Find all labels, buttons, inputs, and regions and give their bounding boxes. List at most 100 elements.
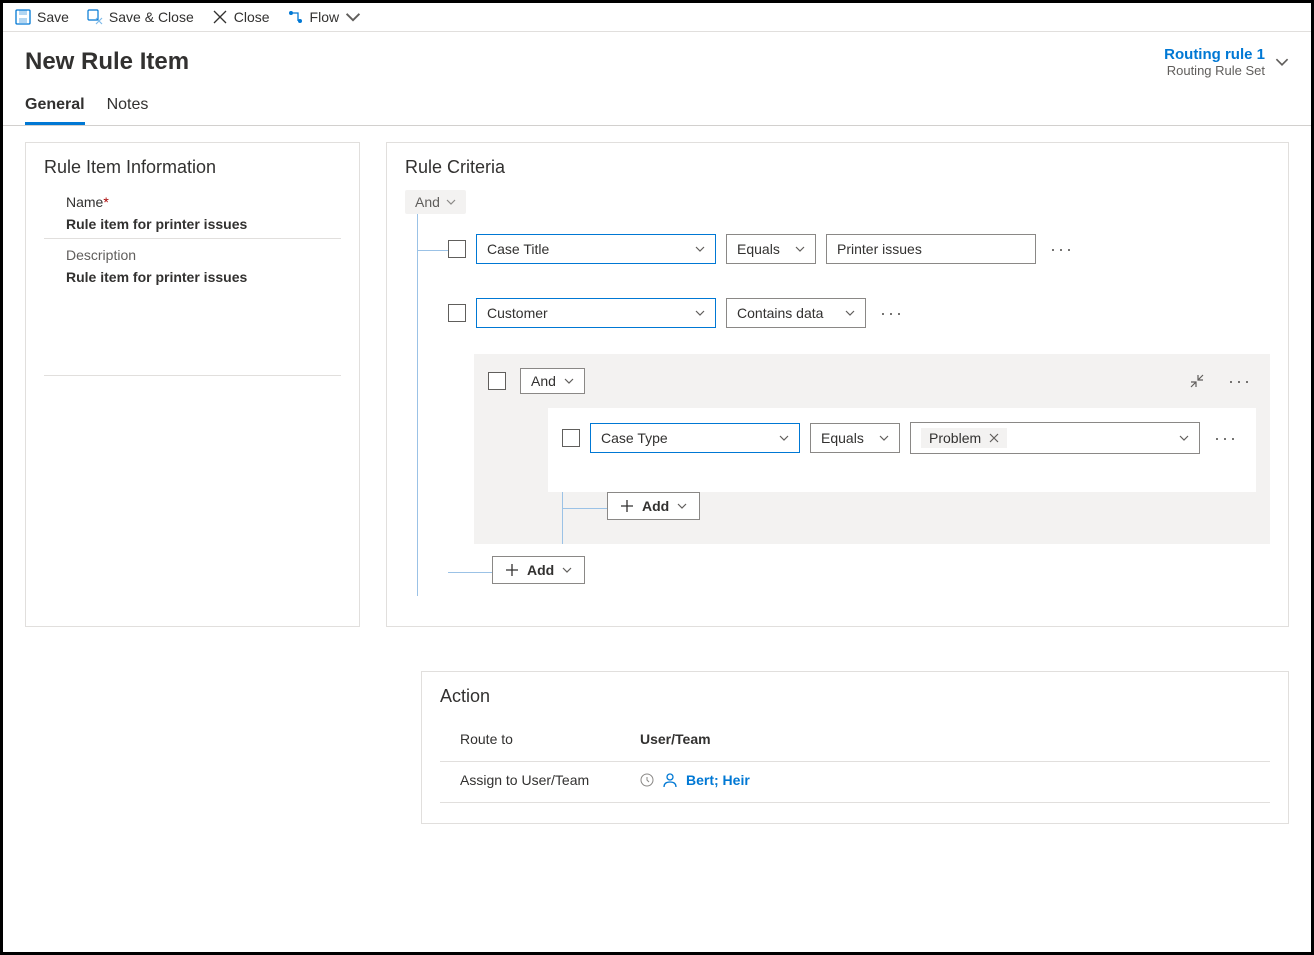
save-close-icon xyxy=(87,9,103,25)
remove-tag-icon[interactable] xyxy=(989,433,999,443)
assign-label: Assign to User/Team xyxy=(460,772,640,788)
rule-info-title: Rule Item Information xyxy=(44,157,341,178)
nested-add-button[interactable]: Add xyxy=(607,492,700,520)
operator-select[interactable]: Equals xyxy=(726,234,816,264)
group-more-icon[interactable]: ··· xyxy=(1224,371,1256,392)
recent-icon xyxy=(640,773,654,787)
row-more-icon[interactable]: ··· xyxy=(1046,239,1078,260)
value-input[interactable]: Printer issues xyxy=(826,234,1036,264)
required-indicator: * xyxy=(103,194,108,210)
route-to-label: Route to xyxy=(460,731,640,747)
plus-icon xyxy=(505,563,519,577)
value-select[interactable]: Problem xyxy=(910,422,1200,454)
flow-label: Flow xyxy=(310,9,340,25)
operator-value: Contains data xyxy=(737,305,823,321)
page-header: New Rule Item Routing rule 1 Routing Rul… xyxy=(3,32,1311,78)
operator-value: Equals xyxy=(821,430,864,446)
routing-rule-link[interactable]: Routing rule 1 xyxy=(1164,46,1265,63)
collapse-icon[interactable] xyxy=(1190,374,1204,388)
main-content: Rule Item Information Name* Rule item fo… xyxy=(3,126,1311,643)
close-icon xyxy=(212,9,228,25)
row-more-icon[interactable]: ··· xyxy=(876,303,908,324)
rule-criteria-panel: Rule Criteria And Case Title Equals Prin… xyxy=(386,142,1289,627)
row-checkbox[interactable] xyxy=(448,240,466,258)
save-close-label: Save & Close xyxy=(109,9,194,25)
save-label: Save xyxy=(37,9,69,25)
add-label: Add xyxy=(527,562,554,578)
chevron-down-icon xyxy=(677,501,687,511)
save-icon xyxy=(15,9,31,25)
operator-select[interactable]: Equals xyxy=(810,423,900,453)
assign-to-row[interactable]: Assign to User/Team Bert; Heir xyxy=(440,762,1270,803)
flow-icon xyxy=(288,9,304,25)
assigned-user: Bert; Heir xyxy=(640,772,750,788)
command-bar: Save Save & Close Close Flow xyxy=(3,3,1311,32)
value-text: Printer issues xyxy=(837,241,922,257)
operator-value: Equals xyxy=(737,241,780,257)
row-checkbox[interactable] xyxy=(562,429,580,447)
and-label: And xyxy=(415,194,440,210)
nested-add-row: Add xyxy=(563,492,1256,532)
description-label: Description xyxy=(66,247,341,263)
page-title: New Rule Item xyxy=(25,48,189,76)
person-icon xyxy=(662,772,678,788)
rule-info-panel: Rule Item Information Name* Rule item fo… xyxy=(25,142,360,627)
add-button[interactable]: Add xyxy=(492,556,585,584)
rule-criteria-title: Rule Criteria xyxy=(405,157,1270,178)
nested-connector: Add xyxy=(562,492,1256,544)
chevron-down-icon xyxy=(795,244,805,254)
value-tag[interactable]: Problem xyxy=(921,428,1007,448)
flow-button[interactable]: Flow xyxy=(288,9,362,25)
criteria-row: Case Title Equals Printer issues ··· xyxy=(448,234,1270,264)
nested-checkbox[interactable] xyxy=(488,372,506,390)
row-more-icon[interactable]: ··· xyxy=(1210,428,1242,449)
chevron-down-icon xyxy=(446,197,456,207)
chevron-down-icon xyxy=(879,433,889,443)
nested-and-operator[interactable]: And xyxy=(520,368,585,394)
plus-icon xyxy=(620,499,634,513)
name-value: Rule item for printer issues xyxy=(66,216,341,232)
row-checkbox[interactable] xyxy=(448,304,466,322)
route-to-value: User/Team xyxy=(640,731,711,747)
tab-notes[interactable]: Notes xyxy=(107,96,149,125)
tabs: General Notes xyxy=(3,78,1311,126)
close-label: Close xyxy=(234,9,270,25)
name-field[interactable]: Name* Rule item for printer issues xyxy=(44,192,341,239)
chevron-down-icon xyxy=(695,308,705,318)
assigned-user-link[interactable]: Bert; Heir xyxy=(686,772,750,788)
tag-text: Problem xyxy=(929,430,981,446)
chevron-down-icon xyxy=(845,308,855,318)
action-title: Action xyxy=(440,686,1270,707)
action-panel: Action Route to User/Team Assign to User… xyxy=(421,671,1289,824)
close-button[interactable]: Close xyxy=(212,9,270,25)
criteria-row: Customer Contains data ··· xyxy=(448,298,1270,328)
chevron-down-icon xyxy=(345,9,361,25)
chevron-down-icon xyxy=(564,376,574,386)
chevron-down-icon xyxy=(1179,433,1189,443)
chevron-down-icon xyxy=(779,433,789,443)
and-label: And xyxy=(531,373,556,389)
header-related[interactable]: Routing rule 1 Routing Rule Set xyxy=(1164,46,1289,78)
save-button[interactable]: Save xyxy=(15,9,69,25)
root-add-row: Add xyxy=(448,556,1270,596)
operator-select[interactable]: Contains data xyxy=(726,298,866,328)
tab-general[interactable]: General xyxy=(25,96,85,125)
chevron-down-icon[interactable] xyxy=(1275,55,1289,69)
add-label: Add xyxy=(642,498,669,514)
routing-rule-sub: Routing Rule Set xyxy=(1164,63,1265,78)
field-value: Case Title xyxy=(487,241,549,257)
criteria-connector: Case Title Equals Printer issues ··· Cus… xyxy=(417,214,1270,596)
route-to-row[interactable]: Route to User/Team xyxy=(440,721,1270,762)
field-select[interactable]: Case Title xyxy=(476,234,716,264)
chevron-down-icon xyxy=(562,565,572,575)
nested-header: And ··· xyxy=(488,368,1256,394)
field-select[interactable]: Case Type xyxy=(590,423,800,453)
root-and-operator[interactable]: And xyxy=(405,190,466,214)
save-close-button[interactable]: Save & Close xyxy=(87,9,194,25)
description-field[interactable]: Description Rule item for printer issues xyxy=(44,245,341,376)
name-label: Name xyxy=(66,194,103,210)
field-select[interactable]: Customer xyxy=(476,298,716,328)
field-value: Customer xyxy=(487,305,548,321)
chevron-down-icon xyxy=(695,244,705,254)
description-value: Rule item for printer issues xyxy=(66,269,341,285)
